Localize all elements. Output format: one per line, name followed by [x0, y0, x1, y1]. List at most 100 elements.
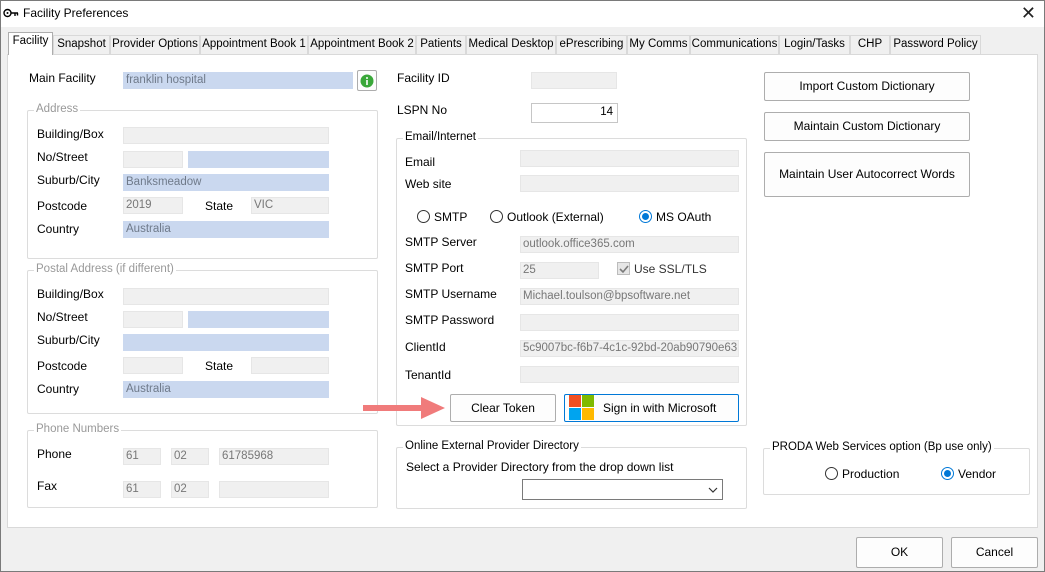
client-id-label: ClientId [405, 340, 446, 354]
outlook-radio[interactable] [490, 210, 503, 223]
sign-in-microsoft-label: Sign in with Microsoft [603, 401, 717, 415]
smtp-port-label: SMTP Port [405, 261, 464, 275]
fax-number-field[interactable] [219, 481, 329, 498]
provider-directory-prompt: Select a Provider Directory from the dro… [406, 460, 674, 474]
address-street-number-field[interactable] [123, 151, 183, 168]
import-custom-dictionary-button[interactable]: Import Custom Dictionary [764, 72, 970, 101]
tab-password-policy[interactable]: Password Policy [890, 35, 981, 54]
tab-medical-desktop[interactable]: Medical Desktop [466, 35, 556, 54]
sign-in-microsoft-button[interactable]: Sign in with Microsoft [564, 394, 739, 422]
postal-country-field[interactable]: Australia [123, 381, 329, 398]
microsoft-logo-icon [569, 395, 595, 421]
smtp-password-label: SMTP Password [405, 313, 495, 327]
lspn-field[interactable]: 14 [531, 103, 618, 123]
provider-directory-select[interactable] [522, 479, 723, 500]
tab-chp[interactable]: CHP [850, 35, 890, 54]
phone-area-field[interactable]: 02 [171, 448, 209, 465]
tenant-id-field[interactable] [520, 366, 739, 383]
tab-eprescribing[interactable]: ePrescribing [556, 35, 627, 54]
address-state-label: State [205, 199, 234, 213]
smtp-radio[interactable] [417, 210, 430, 223]
title-bar: Facility Preferences ✕ [1, 1, 1044, 27]
key-icon [3, 8, 19, 18]
cancel-button[interactable]: Cancel [951, 537, 1038, 568]
email-label: Email [405, 155, 436, 169]
ms-oauth-radio-label: MS OAuth [656, 210, 712, 224]
window-title: Facility Preferences [23, 6, 129, 20]
address-building-label: Building/Box [37, 127, 104, 141]
smtp-username-label: SMTP Username [405, 287, 497, 301]
facility-id-field[interactable] [531, 72, 617, 89]
phone-group-title: Phone Numbers [34, 423, 122, 435]
tab-provider-options[interactable]: Provider Options [110, 35, 200, 54]
tab-appointment-book-2[interactable]: Appointment Book 2 [308, 35, 416, 54]
main-facility-field[interactable]: franklin hospital [123, 72, 353, 89]
postal-street-number-field[interactable] [123, 311, 183, 328]
maintain-autocorrect-button[interactable]: Maintain User Autocorrect Words [764, 152, 970, 197]
smtp-username-field[interactable]: Michael.toulson@bpsoftware.net [520, 288, 739, 305]
postal-building-field[interactable] [123, 288, 329, 305]
client-id-field[interactable]: 5c9007bc-f6b7-4c1c-92bd-20ab90790e63 [520, 340, 739, 357]
tab-facility[interactable]: Facility [8, 32, 53, 55]
postal-postcode-label: Postcode [37, 359, 88, 373]
address-street-label: No/Street [37, 150, 88, 164]
close-icon[interactable]: ✕ [1021, 3, 1036, 23]
use-ssl-checkbox[interactable] [617, 262, 630, 275]
postal-state-label: State [205, 359, 234, 373]
tab-snapshot[interactable]: Snapshot [53, 35, 110, 54]
fax-area-field[interactable]: 02 [171, 481, 209, 498]
address-suburb-field[interactable]: Banksmeadow [123, 174, 329, 191]
use-ssl-label: Use SSL/TLS [634, 262, 707, 276]
email-group-title: Email/Internet [403, 131, 478, 143]
postal-street-field[interactable] [188, 311, 329, 328]
tab-login-tasks[interactable]: Login/Tasks [779, 35, 850, 54]
postal-postcode-field[interactable] [123, 357, 183, 374]
checkmark-icon [619, 265, 629, 274]
ok-button[interactable]: OK [856, 537, 943, 568]
postal-state-field[interactable] [251, 357, 329, 374]
ms-oauth-radio[interactable] [639, 210, 652, 223]
postal-suburb-label: Suburb/City [37, 333, 100, 347]
main-facility-label: Main Facility [29, 71, 96, 85]
postal-building-label: Building/Box [37, 287, 104, 301]
phone-label: Phone [37, 447, 72, 461]
phone-country-field[interactable]: 61 [123, 448, 161, 465]
info-icon [360, 74, 374, 88]
proda-vendor-label: Vendor [958, 467, 997, 481]
tab-my-comms[interactable]: My Comms [627, 35, 690, 54]
address-country-label: Country [37, 222, 80, 236]
address-state-field[interactable]: VIC [251, 197, 329, 214]
proda-vendor-radio[interactable] [941, 467, 954, 480]
address-group-title: Address [34, 103, 81, 115]
address-street-field[interactable] [188, 151, 329, 168]
fax-country-field[interactable]: 61 [123, 481, 161, 498]
tab-appointment-book-1[interactable]: Appointment Book 1 [200, 35, 308, 54]
proda-production-radio[interactable] [825, 467, 838, 480]
pointer-arrow-icon [363, 397, 445, 419]
address-building-field[interactable] [123, 127, 329, 144]
website-field[interactable] [520, 175, 739, 192]
postal-group-title: Postal Address (if different) [34, 263, 176, 275]
tab-patients[interactable]: Patients [416, 35, 466, 54]
facility-info-button[interactable] [357, 70, 377, 91]
smtp-port-field[interactable]: 25 [520, 262, 599, 279]
proda-production-label: Production [842, 467, 900, 481]
address-country-field[interactable]: Australia [123, 221, 329, 238]
phone-number-field[interactable]: 61785968 [219, 448, 329, 465]
provider-directory-title: Online External Provider Directory [403, 440, 581, 452]
clear-token-button[interactable]: Clear Token [450, 394, 556, 422]
website-label: Web site [405, 177, 452, 191]
smtp-server-field[interactable]: outlook.office365.com [520, 236, 739, 253]
email-field[interactable] [520, 150, 739, 167]
address-suburb-label: Suburb/City [37, 173, 100, 187]
maintain-custom-dictionary-button[interactable]: Maintain Custom Dictionary [764, 112, 970, 141]
postal-suburb-field[interactable] [123, 334, 329, 351]
smtp-server-label: SMTP Server [405, 235, 477, 249]
tab-communications[interactable]: Communications [690, 35, 779, 54]
smtp-radio-label: SMTP [434, 210, 468, 224]
facility-id-label: Facility ID [397, 71, 450, 85]
outlook-radio-label: Outlook (External) [507, 210, 604, 224]
smtp-password-field[interactable] [520, 314, 739, 331]
address-postcode-field[interactable]: 2019 [123, 197, 183, 214]
fax-label: Fax [37, 479, 58, 493]
